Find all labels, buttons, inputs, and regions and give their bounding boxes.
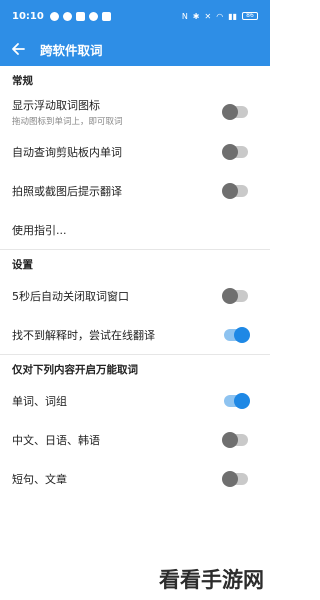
app-bar: 跨软件取词: [0, 32, 270, 66]
notification-icon: [49, 11, 59, 21]
setting-label: 中文、日语、韩语: [12, 433, 100, 447]
signal-icon: ▮▮: [228, 11, 237, 21]
cjk-toggle[interactable]: [222, 431, 248, 448]
section-title-general: 常规: [12, 75, 33, 87]
status-bar: 10:10 N ✱ ✕ ◠ ▮▮ 86: [0, 0, 270, 32]
battery-level: 86: [246, 12, 254, 19]
words-toggle[interactable]: [224, 392, 250, 409]
setting-label: 显示浮动取词图标: [12, 99, 100, 112]
settings-list: 常规 显示浮动取词图标 拖动图标到单词上，即可取词 自动查询剪贴板内单词 拍照或…: [0, 66, 270, 600]
auto-close-toggle[interactable]: [222, 287, 248, 304]
back-button[interactable]: [10, 41, 26, 57]
setting-label: 单词、词组: [12, 394, 67, 408]
setting-sentences[interactable]: 短句、文章: [0, 459, 270, 498]
page-title: 跨软件取词: [40, 42, 103, 58]
bluetooth-icon: ✱: [192, 11, 200, 21]
photo-translate-toggle[interactable]: [222, 182, 248, 199]
browser-icon: [101, 11, 111, 21]
chat-icon: [62, 11, 72, 21]
app-icon: [75, 11, 85, 21]
nfc-icon: N: [181, 11, 188, 21]
back-arrow-icon: [12, 43, 25, 55]
auto-clipboard-toggle[interactable]: [222, 143, 248, 160]
setting-auto-clipboard[interactable]: 自动查询剪贴板内单词: [0, 132, 270, 171]
status-time: 10:10: [12, 10, 44, 22]
setting-cjk[interactable]: 中文、日语、韩语: [0, 420, 270, 459]
setting-show-float-icon[interactable]: 显示浮动取词图标 拖动图标到单词上，即可取词: [0, 92, 270, 132]
setting-online-translate[interactable]: 找不到解释时，尝试在线翻译: [0, 315, 270, 354]
vpn-icon: [88, 11, 98, 21]
wifi-icon: ◠: [216, 11, 224, 21]
setting-photo-translate[interactable]: 拍照或截图后提示翻译: [0, 171, 270, 210]
setting-auto-close[interactable]: 5秒后自动关闭取词窗口: [0, 276, 270, 315]
setting-description: 拖动图标到单词上，即可取词: [12, 117, 123, 127]
battery-icon: 86: [242, 12, 258, 20]
setting-label: 5秒后自动关闭取词窗口: [12, 289, 129, 303]
setting-label: 自动查询剪贴板内单词: [12, 145, 122, 159]
section-title-settings: 设置: [12, 259, 33, 271]
sentences-toggle[interactable]: [222, 470, 248, 487]
watermark-logo: 看看手游网: [159, 568, 264, 592]
usage-guide-link[interactable]: 使用指引...: [0, 210, 270, 249]
online-translate-toggle[interactable]: [224, 326, 250, 343]
setting-label: 使用指引...: [12, 223, 67, 237]
mute-icon: ✕: [204, 11, 212, 21]
setting-label: 拍照或截图后提示翻译: [12, 184, 122, 198]
section-title-universal: 仅对下列内容开启万能取词: [12, 364, 138, 376]
setting-label: 短句、文章: [12, 472, 67, 486]
setting-label: 找不到解释时，尝试在线翻译: [12, 328, 155, 342]
setting-words[interactable]: 单词、词组: [0, 381, 270, 420]
show-float-icon-toggle[interactable]: [222, 104, 248, 120]
